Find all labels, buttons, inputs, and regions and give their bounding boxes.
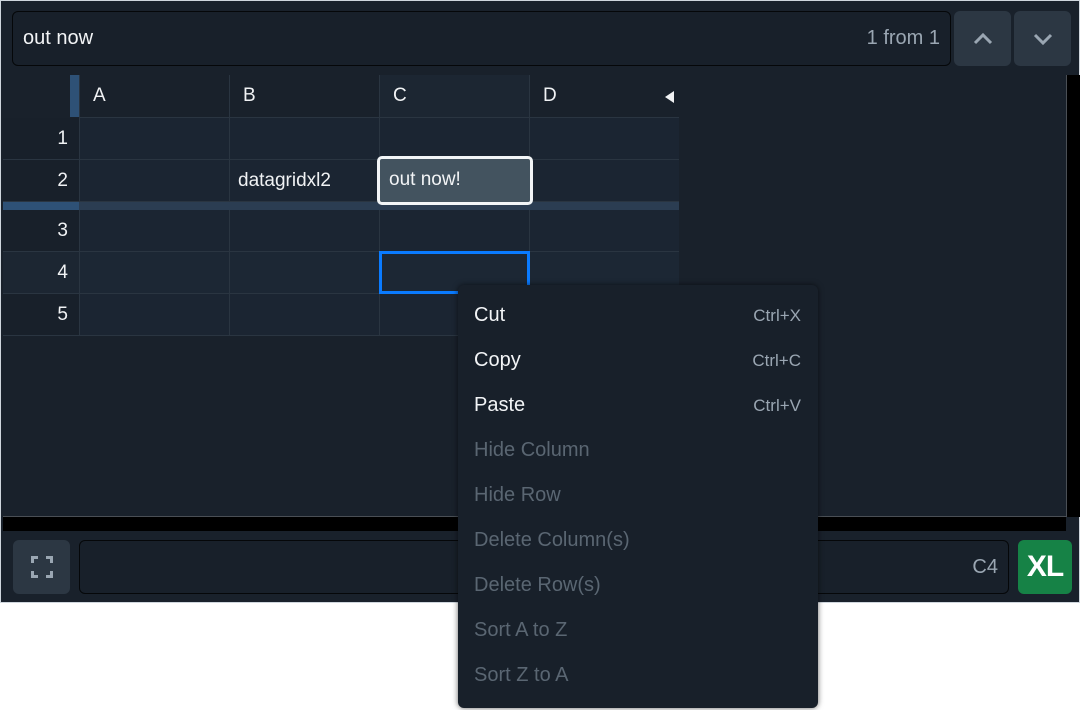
corner-cell[interactable]	[3, 75, 79, 118]
menu-item-hide-column[interactable]: Hide Column	[458, 428, 818, 473]
cell-b4[interactable]	[229, 252, 379, 294]
row-header-3[interactable]: 3	[3, 210, 79, 252]
cell-b1[interactable]	[229, 118, 379, 160]
datagridxl-logo-button[interactable]: XL	[1018, 540, 1072, 594]
menu-item-delete-rows[interactable]: Delete Row(s)	[458, 563, 818, 608]
cell-d1[interactable]	[529, 118, 679, 160]
search-result-count: 1 from 1	[866, 27, 940, 49]
menu-item-cut[interactable]: Cut Ctrl+X	[458, 293, 818, 338]
cell-a1[interactable]	[79, 118, 229, 160]
shortcut-label: Ctrl+V	[753, 396, 801, 415]
search-input[interactable]	[23, 12, 723, 65]
cell-c2-editor[interactable]: out now!	[377, 156, 533, 205]
row-header-1[interactable]: 1	[3, 118, 79, 160]
fullscreen-button[interactable]	[13, 540, 70, 594]
menu-item-copy[interactable]: Copy Ctrl+C	[458, 338, 818, 383]
cell-c1[interactable]	[379, 118, 529, 160]
row-header-4[interactable]: 4	[3, 252, 79, 294]
chevron-down-icon	[1033, 33, 1052, 45]
cell-c3[interactable]	[379, 210, 529, 252]
frozen-row-handle[interactable]	[3, 202, 79, 210]
cell-a3[interactable]	[79, 210, 229, 252]
search-box: 1 from 1	[12, 11, 951, 66]
menu-item-delete-columns[interactable]: Delete Column(s)	[458, 518, 818, 563]
column-header-c[interactable]: C	[379, 75, 529, 118]
column-header-d[interactable]: D	[529, 75, 679, 118]
next-match-button[interactable]	[1014, 11, 1071, 66]
cell-reference: C4	[972, 556, 998, 578]
column-header-b[interactable]: B	[229, 75, 379, 118]
row-header-5[interactable]: 5	[3, 294, 79, 336]
row-header-2[interactable]: 2	[3, 160, 79, 202]
menu-item-sort-a-to-z[interactable]: Sort A to Z	[458, 608, 818, 653]
column-header-a[interactable]: A	[79, 75, 229, 118]
fullscreen-icon	[30, 556, 53, 578]
cell-d3[interactable]	[529, 210, 679, 252]
context-menu: Cut Ctrl+X Copy Ctrl+C Paste Ctrl+V Hide…	[458, 285, 818, 708]
menu-item-sort-z-to-a[interactable]: Sort Z to A	[458, 653, 818, 698]
cell-a5[interactable]	[79, 294, 229, 336]
column-header-row: A B C D	[3, 75, 679, 118]
cell-b3[interactable]	[229, 210, 379, 252]
cell-a4[interactable]	[79, 252, 229, 294]
shortcut-label: Ctrl+C	[752, 351, 801, 370]
vertical-scrollbar[interactable]	[1066, 75, 1080, 517]
cell-b2[interactable]: datagridxl2	[229, 160, 379, 202]
cell-b5[interactable]	[229, 294, 379, 336]
menu-item-paste[interactable]: Paste Ctrl+V	[458, 383, 818, 428]
cell-d2[interactable]	[529, 160, 679, 202]
cell-a2[interactable]	[79, 160, 229, 202]
column-menu-arrow-icon[interactable]	[665, 91, 674, 103]
menu-item-hide-row[interactable]: Hide Row	[458, 473, 818, 518]
frozen-column-handle[interactable]	[70, 75, 79, 117]
previous-match-button[interactable]	[954, 11, 1011, 66]
frozen-row-divider[interactable]	[3, 202, 679, 210]
chevron-up-icon	[973, 32, 992, 44]
shortcut-label: Ctrl+X	[753, 306, 801, 325]
